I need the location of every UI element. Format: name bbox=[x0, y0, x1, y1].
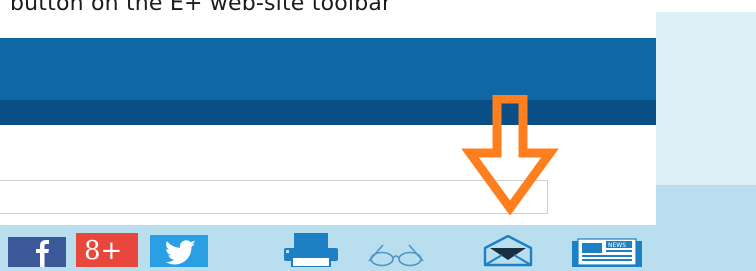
down-arrow-icon bbox=[461, 95, 559, 215]
twitter-icon[interactable] bbox=[150, 235, 208, 267]
envelope-icon[interactable] bbox=[482, 235, 534, 267]
news-label: NEWS bbox=[608, 242, 626, 249]
facebook-icon[interactable] bbox=[8, 237, 66, 267]
newspaper-icon[interactable]: NEWS bbox=[572, 237, 642, 267]
share-toolbar: 8+ NEWS bbox=[0, 225, 756, 271]
google-plus-label: 8+ bbox=[84, 236, 122, 266]
glasses-icon[interactable] bbox=[367, 243, 425, 267]
site-header bbox=[0, 38, 656, 100]
caption-text: button on the E+ web-site toolbar bbox=[10, 0, 392, 16]
google-plus-icon[interactable]: 8+ bbox=[76, 233, 138, 267]
printer-icon[interactable] bbox=[282, 233, 340, 267]
